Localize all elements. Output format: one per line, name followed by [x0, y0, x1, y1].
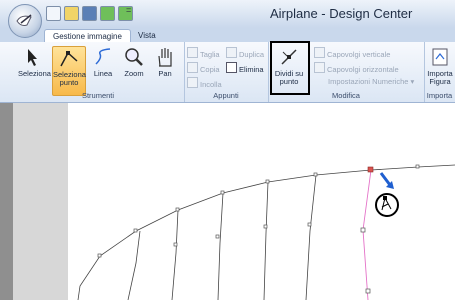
paste-icon: [187, 77, 198, 88]
group-strumenti: Seleziona Seleziona punto Linea Zoom Pan…: [12, 42, 185, 102]
taglia-button[interactable]: Taglia: [187, 47, 220, 59]
application-menu-button[interactable]: [8, 4, 42, 38]
ribbon-tabs: Gestione immagine Vista: [0, 28, 455, 43]
taglia-label: Taglia: [200, 50, 220, 59]
capovolgi-verticale-label: Capovolgi verticale: [327, 50, 391, 59]
tab-gestione-immagine[interactable]: Gestione immagine: [44, 29, 131, 43]
group-appunti-label: Appunti: [213, 91, 239, 100]
linea-label: Linea: [93, 69, 113, 78]
title-bar: = Airplane - Design Center: [0, 0, 455, 29]
capovolgi-orizzontale-label: Capovolgi orizzontale: [327, 65, 399, 74]
ribbon: Seleziona Seleziona punto Linea Zoom Pan…: [0, 42, 455, 103]
scissors-icon: [187, 47, 198, 58]
importa-figura-button[interactable]: Importa Figura: [426, 46, 454, 86]
duplica-button[interactable]: Duplica: [226, 47, 264, 59]
callout-highlight-frame: [270, 41, 310, 95]
zoom-button[interactable]: Zoom: [122, 46, 146, 78]
quick-access-toolbar: [46, 6, 133, 21]
tab-vista[interactable]: Vista: [130, 29, 164, 42]
arrow-cursor-icon: [21, 46, 43, 68]
zoom-label: Zoom: [124, 69, 144, 78]
capovolgi-verticale-button[interactable]: Capovolgi verticale: [314, 47, 390, 59]
elimina-button[interactable]: Elimina: [226, 62, 264, 74]
impostazioni-numeriche-label: Impostazioni Numeriche: [328, 77, 409, 86]
seleziona-button[interactable]: Seleziona: [18, 46, 51, 78]
window-title: Airplane - Design Center: [270, 6, 413, 21]
group-strumenti-label: Strumenti: [81, 91, 115, 100]
open-folder-icon[interactable]: [64, 6, 79, 21]
group-importa-label: Importa: [426, 91, 453, 100]
undo-icon[interactable]: [100, 6, 115, 21]
select-point-icon: [58, 47, 80, 69]
magnifier-icon: [123, 46, 145, 68]
capovolgi-orizzontale-button[interactable]: Capovolgi orizzontale: [314, 62, 399, 74]
pan-button[interactable]: Pan: [152, 46, 178, 78]
linea-button[interactable]: Linea: [90, 46, 116, 78]
duplica-label: Duplica: [239, 50, 265, 59]
group-appunti: Taglia Copia Incolla Duplica Elimina App…: [184, 42, 269, 102]
flip-horizontal-icon: [314, 62, 325, 73]
import-figure-icon: [429, 46, 451, 68]
pointer-annotation: [375, 172, 399, 217]
copia-label: Copia: [200, 65, 220, 74]
elimina-label: Elimina: [239, 65, 264, 74]
canvas-margin: [13, 103, 68, 300]
seleziona-punto-label: Seleziona punto: [53, 70, 86, 87]
duplicate-icon: [226, 47, 237, 58]
seleziona-punto-button[interactable]: Seleziona punto: [52, 46, 86, 96]
importa-figura-label: Importa Figura: [427, 69, 453, 86]
save-icon[interactable]: [82, 6, 97, 21]
copia-button[interactable]: Copia: [187, 62, 220, 74]
incolla-button[interactable]: Incolla: [187, 77, 222, 89]
hand-icon: [154, 46, 176, 68]
quick-access-dropdown[interactable]: =: [126, 5, 131, 15]
design-canvas[interactable]: [68, 103, 455, 300]
flip-vertical-icon: [314, 47, 325, 58]
pan-label: Pan: [158, 69, 172, 78]
new-file-icon[interactable]: [46, 6, 61, 21]
incolla-label: Incolla: [200, 80, 222, 89]
line-icon: [92, 46, 114, 68]
group-importa: Importa Figura Importa: [424, 42, 455, 102]
copy-icon: [187, 62, 198, 73]
delete-icon: [226, 62, 237, 73]
seleziona-label: Seleziona: [18, 69, 51, 78]
impostazioni-numeriche-dropdown[interactable]: Impostazioni Numeriche ▾: [328, 77, 414, 86]
